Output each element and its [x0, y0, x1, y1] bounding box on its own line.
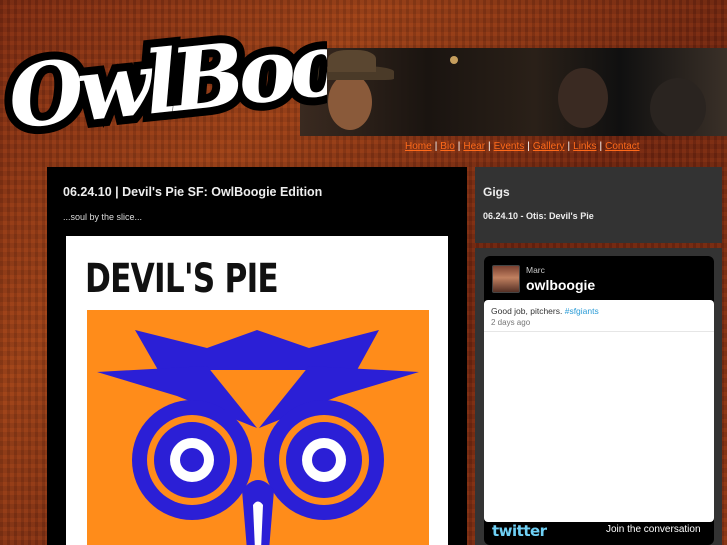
- nav-links[interactable]: Links: [573, 141, 596, 152]
- owl-right-eye-pupil: [312, 448, 336, 472]
- nav-home[interactable]: Home: [405, 141, 432, 152]
- tweet-body: Good job, pitchers.: [491, 306, 565, 316]
- tweet-timestamp[interactable]: 2 days ago: [491, 318, 530, 327]
- nav-events[interactable]: Events: [494, 141, 525, 152]
- main-nav: Home | Bio | Hear | Events | Gallery | Links | Conta…: [405, 141, 640, 152]
- nav-hear[interactable]: Hear: [463, 141, 485, 152]
- owl-illustration: [87, 310, 429, 545]
- owl-beak-highlight: [253, 501, 263, 545]
- post-subtitle: ...soul by the slice...: [63, 212, 143, 222]
- gigs-panel: Gigs 06.24.10 - Otis: Devil's Pie: [475, 167, 722, 243]
- twitter-display-name[interactable]: Marc: [526, 265, 545, 275]
- twitter-handle[interactable]: owlboogie: [526, 277, 595, 293]
- logo-text: OwlBoogie: [4, 0, 327, 149]
- tweet-divider: [484, 331, 714, 332]
- twitter-widget: Marc owlboogie Good job, pitchers. #sfgi…: [484, 256, 714, 545]
- twitter-panel: Marc owlboogie Good job, pitchers. #sfgi…: [475, 248, 722, 545]
- header-photo-person-1: [328, 74, 372, 130]
- header-photo-hat-top: [328, 50, 376, 72]
- gigs-title: Gigs: [483, 185, 510, 199]
- twitter-logo[interactable]: twitter: [492, 522, 547, 540]
- header-photo: [300, 48, 727, 136]
- event-poster[interactable]: DEVIL'S PIE: [66, 236, 448, 545]
- header-photo-person-3: [650, 78, 706, 136]
- post-title[interactable]: 06.24.10 | Devil's Pie SF: OwlBoogie Edi…: [63, 185, 322, 199]
- join-conversation-link[interactable]: Join the conversation: [606, 524, 701, 535]
- tweet-text: Good job, pitchers. #sfgiants: [491, 306, 599, 316]
- poster-title: DEVIL'S PIE: [85, 256, 279, 302]
- nav-gallery[interactable]: Gallery: [533, 141, 565, 152]
- tweet-feed[interactable]: Good job, pitchers. #sfgiants 2 days ago: [484, 300, 714, 522]
- header-photo-light: [450, 56, 458, 64]
- header-photo-person-2: [558, 68, 608, 128]
- nav-bio[interactable]: Bio: [440, 141, 454, 152]
- avatar[interactable]: [492, 265, 520, 293]
- tweet-hashtag-link[interactable]: #sfgiants: [565, 306, 599, 316]
- gigs-item[interactable]: 06.24.10 - Otis: Devil's Pie: [483, 211, 594, 221]
- owl-left-eye-pupil: [180, 448, 204, 472]
- owlboogie-logo[interactable]: OwlBoogie: [2, 0, 327, 150]
- main-content: 06.24.10 | Devil's Pie SF: OwlBoogie Edi…: [47, 167, 467, 545]
- nav-contact[interactable]: Contact: [605, 141, 639, 152]
